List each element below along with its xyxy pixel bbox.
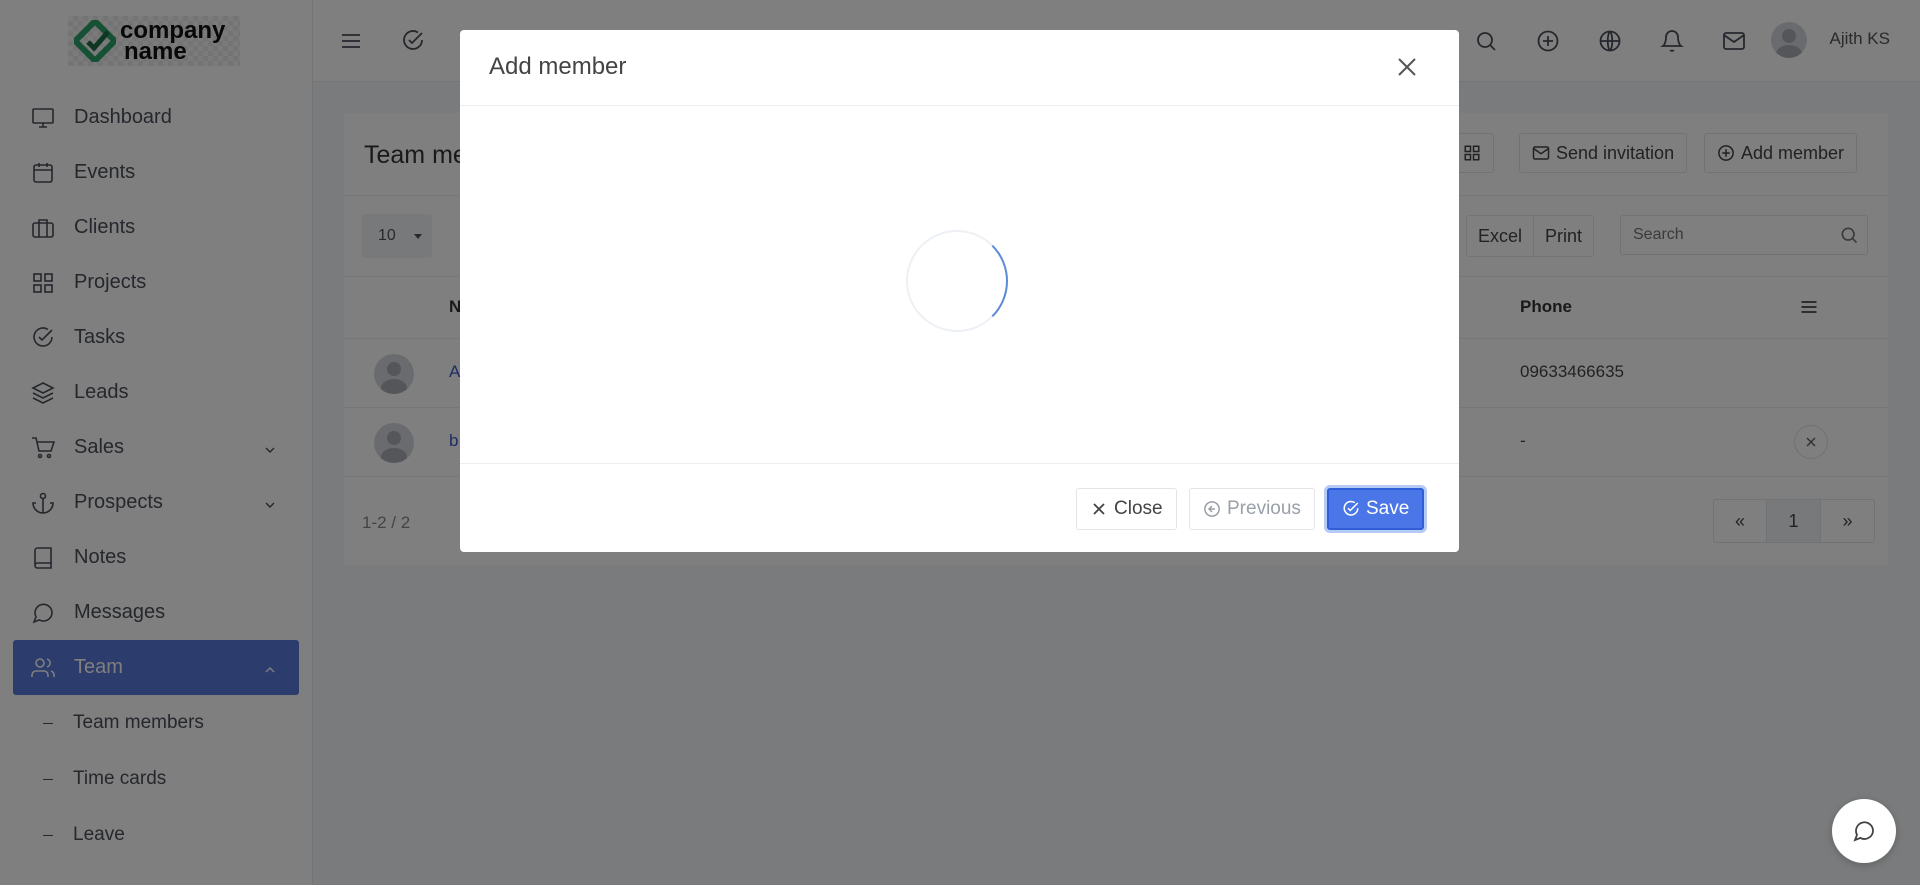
add-member-modal: Add member Close Previous Save xyxy=(460,30,1459,552)
modal-body xyxy=(460,106,1459,464)
close-button-label: Close xyxy=(1114,498,1163,519)
previous-button-label: Previous xyxy=(1227,498,1301,519)
modal-close-button[interactable] xyxy=(1393,53,1421,81)
modal-title: Add member xyxy=(489,53,627,80)
close-icon xyxy=(1090,500,1108,518)
loading-spinner-icon xyxy=(906,230,1008,332)
check-circle-icon xyxy=(1342,500,1360,518)
modal-header: Add member xyxy=(460,30,1459,106)
chat-bubble-icon xyxy=(1852,819,1876,843)
save-button-label: Save xyxy=(1366,498,1410,519)
arrow-left-circle-icon xyxy=(1203,500,1221,518)
close-icon xyxy=(1396,56,1418,78)
close-button[interactable]: Close xyxy=(1076,488,1177,530)
save-button[interactable]: Save xyxy=(1327,488,1425,530)
previous-button[interactable]: Previous xyxy=(1189,488,1315,530)
chat-button[interactable] xyxy=(1832,799,1896,863)
